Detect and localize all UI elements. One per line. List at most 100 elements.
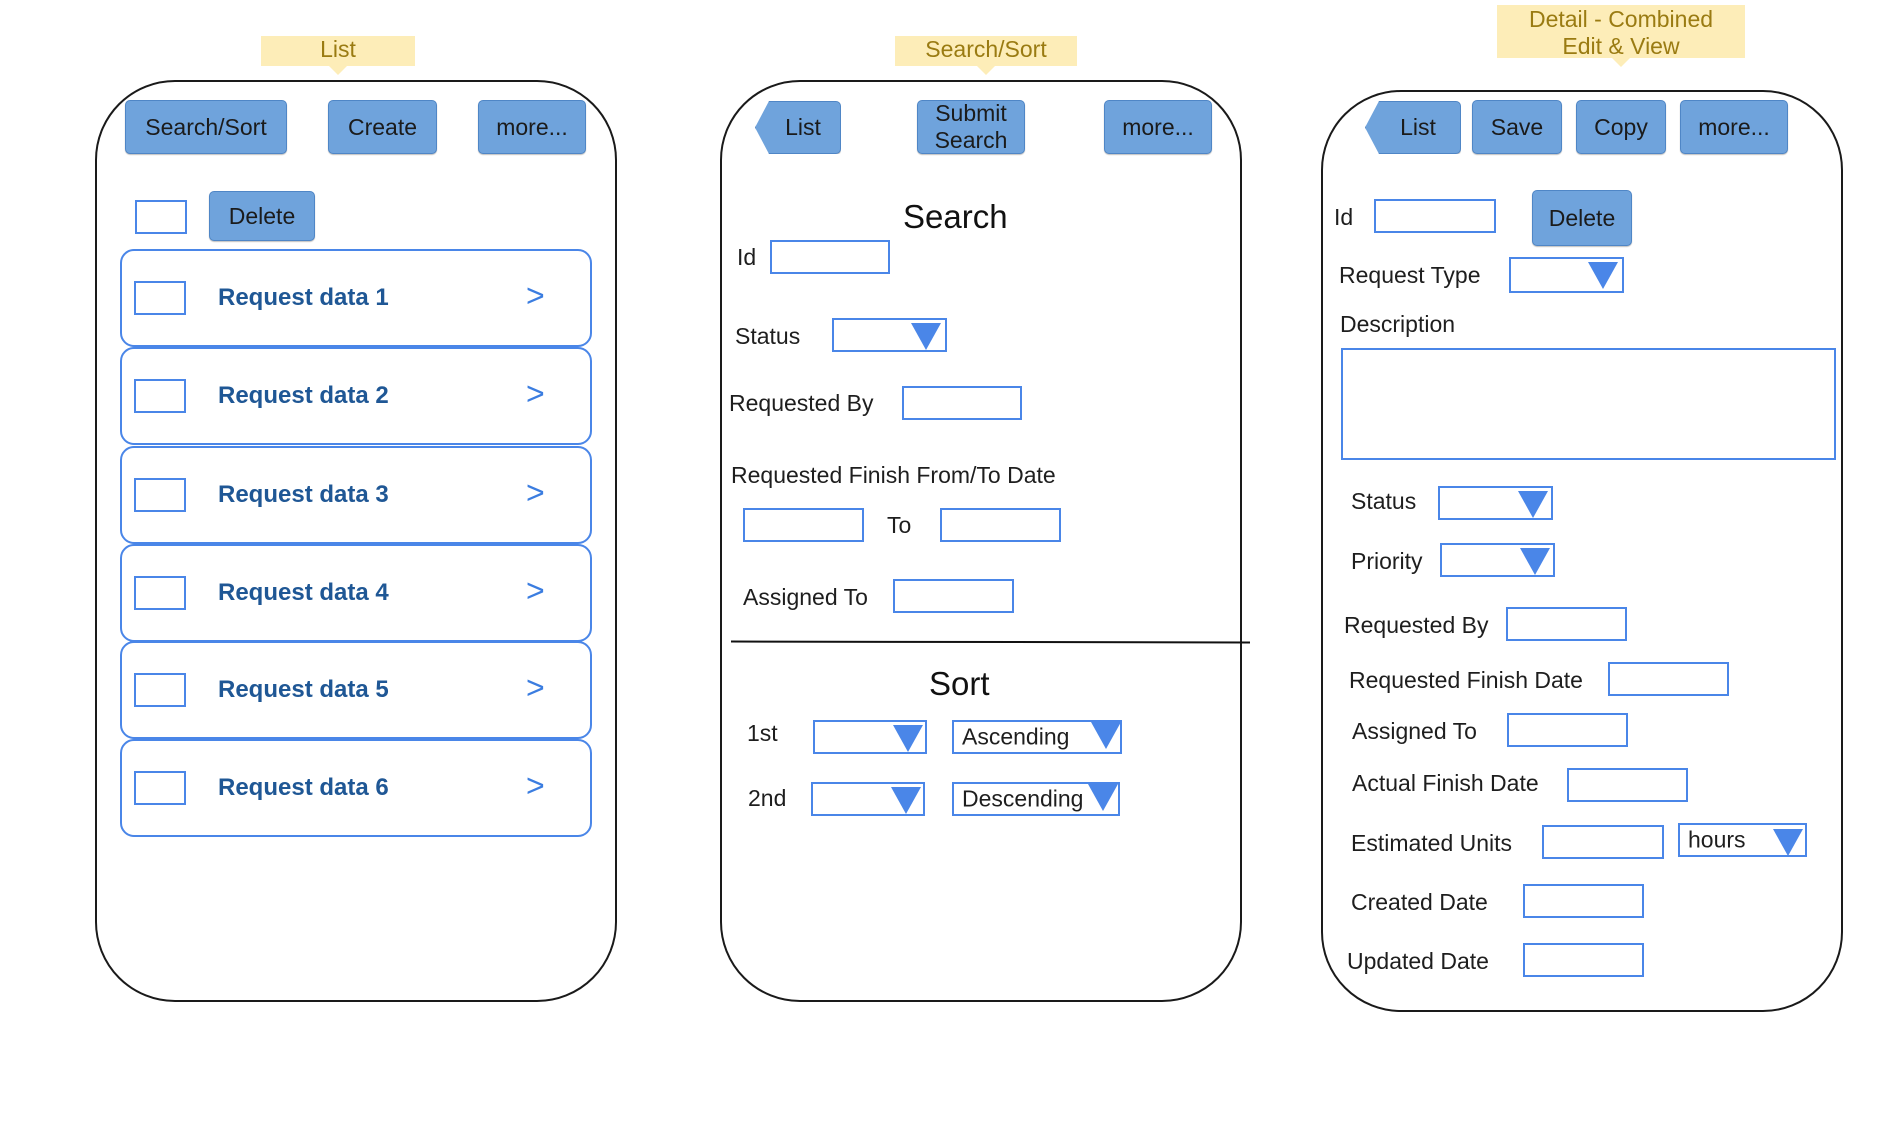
row-checkbox[interactable] <box>134 673 186 707</box>
sort-second-order-value: Descending <box>962 785 1084 812</box>
list-item[interactable]: Request data 6 > <box>120 739 592 837</box>
detail-status-label: Status <box>1351 488 1417 514</box>
sort-first-field-select[interactable] <box>813 720 927 754</box>
actual-finish-date-label: Actual Finish Date <box>1352 770 1539 796</box>
chevron-right-icon[interactable]: > <box>526 376 545 413</box>
search-finish-from-field[interactable] <box>743 508 864 542</box>
list-more-button[interactable]: more... <box>478 100 586 154</box>
chevron-down-icon <box>911 323 941 350</box>
callout-text: Search/Sort <box>925 36 1047 62</box>
detail-id-label: Id <box>1334 204 1354 230</box>
save-button[interactable]: Save <box>1472 100 1562 154</box>
request-type-label: Request Type <box>1339 262 1481 288</box>
units-select[interactable]: hours <box>1678 823 1807 857</box>
search-status-select[interactable] <box>832 318 947 352</box>
row-label: Request data 1 <box>218 284 389 311</box>
search-list-back-button[interactable]: List <box>755 101 841 154</box>
delete-button-label: Delete <box>1548 204 1616 231</box>
list-item[interactable]: Request data 2 > <box>120 347 592 445</box>
updated-date-label: Updated Date <box>1347 948 1489 974</box>
estimated-units-field[interactable] <box>1542 825 1664 859</box>
copy-button[interactable]: Copy <box>1576 100 1666 154</box>
sort-first-label: 1st <box>747 720 778 746</box>
more-button-label: more... <box>1698 113 1770 140</box>
search-finish-to-field[interactable] <box>940 508 1061 542</box>
detail-list-back-button[interactable]: List <box>1365 101 1461 154</box>
chevron-right-icon[interactable]: > <box>526 573 545 610</box>
search-sort-button[interactable]: Search/Sort <box>125 100 287 154</box>
row-checkbox[interactable] <box>134 576 186 610</box>
search-assigned-to-label: Assigned To <box>743 584 868 610</box>
detail-requested-by-label: Requested By <box>1344 612 1489 638</box>
sort-heading: Sort <box>929 665 990 702</box>
list-screen-callout: List <box>261 36 415 75</box>
detail-assigned-to-label: Assigned To <box>1352 718 1477 744</box>
list-item[interactable]: Request data 1 > <box>120 249 592 347</box>
submit-label-line2: Search <box>934 127 1008 153</box>
chevron-down-icon <box>1091 722 1121 749</box>
units-value: hours <box>1688 826 1746 853</box>
requested-finish-date-field[interactable] <box>1608 662 1729 696</box>
search-assigned-to-field[interactable] <box>893 579 1014 613</box>
more-button-label: more... <box>496 113 568 140</box>
row-label: Request data 4 <box>218 579 389 606</box>
search-status-label: Status <box>735 323 801 349</box>
callout-text-line2: Edit & View <box>1562 33 1680 59</box>
detail-delete-button[interactable]: Delete <box>1532 190 1632 246</box>
delete-button-label: Delete <box>228 202 296 229</box>
list-item[interactable]: Request data 3 > <box>120 446 592 544</box>
row-checkbox[interactable] <box>134 379 186 413</box>
create-button[interactable]: Create <box>328 100 437 154</box>
chevron-down-icon <box>1518 491 1548 518</box>
priority-label: Priority <box>1351 548 1423 574</box>
create-button-label: Create <box>347 113 418 140</box>
list-delete-button[interactable]: Delete <box>209 191 315 241</box>
select-all-checkbox[interactable] <box>135 200 187 234</box>
sort-second-label: 2nd <box>748 785 787 811</box>
detail-more-button[interactable]: more... <box>1680 100 1788 154</box>
search-id-label: Id <box>737 244 757 270</box>
detail-status-select[interactable] <box>1438 486 1553 520</box>
list-item[interactable]: Request data 4 > <box>120 544 592 642</box>
search-heading: Search <box>903 198 1008 235</box>
sort-first-order-select[interactable]: Ascending <box>952 720 1122 754</box>
row-label: Request data 6 <box>218 774 389 801</box>
list-item[interactable]: Request data 5 > <box>120 641 592 739</box>
created-date-label: Created Date <box>1351 889 1488 915</box>
row-label: Request data 5 <box>218 676 389 703</box>
chevron-right-icon[interactable]: > <box>526 670 545 707</box>
row-label: Request data 2 <box>218 382 389 409</box>
sort-second-order-select[interactable]: Descending <box>952 782 1120 816</box>
actual-finish-date-field[interactable] <box>1567 768 1688 802</box>
chevron-right-icon[interactable]: > <box>526 768 545 805</box>
request-type-select[interactable] <box>1509 257 1624 293</box>
chevron-down-icon <box>891 787 921 814</box>
search-screen-callout: Search/Sort <box>895 36 1077 75</box>
row-checkbox[interactable] <box>134 281 186 315</box>
search-finish-range-label: Requested Finish From/To Date <box>731 462 1056 488</box>
chevron-right-icon[interactable]: > <box>526 475 545 512</box>
row-checkbox[interactable] <box>134 478 186 512</box>
more-button-label: more... <box>1122 113 1194 140</box>
updated-date-field[interactable] <box>1523 943 1644 977</box>
search-more-button[interactable]: more... <box>1104 100 1212 154</box>
detail-id-field[interactable] <box>1374 199 1496 233</box>
priority-select[interactable] <box>1440 543 1555 577</box>
callout-text: List <box>320 36 356 62</box>
chevron-down-icon <box>1773 829 1803 856</box>
estimated-units-label: Estimated Units <box>1351 830 1513 856</box>
created-date-field[interactable] <box>1523 884 1644 918</box>
description-textarea[interactable] <box>1341 348 1836 460</box>
search-id-field[interactable] <box>770 240 890 274</box>
submit-search-button[interactable]: Submit Search <box>917 100 1025 154</box>
search-sort-button-label: Search/Sort <box>145 113 267 140</box>
detail-requested-by-field[interactable] <box>1506 607 1627 641</box>
chevron-right-icon[interactable]: > <box>526 278 545 315</box>
chevron-down-icon <box>1588 262 1618 289</box>
row-checkbox[interactable] <box>134 771 186 805</box>
search-requested-by-field[interactable] <box>902 386 1022 420</box>
sort-first-order-value: Ascending <box>962 723 1070 750</box>
sort-second-field-select[interactable] <box>811 782 925 816</box>
detail-assigned-to-field[interactable] <box>1507 713 1628 747</box>
copy-button-label: Copy <box>1594 113 1648 140</box>
